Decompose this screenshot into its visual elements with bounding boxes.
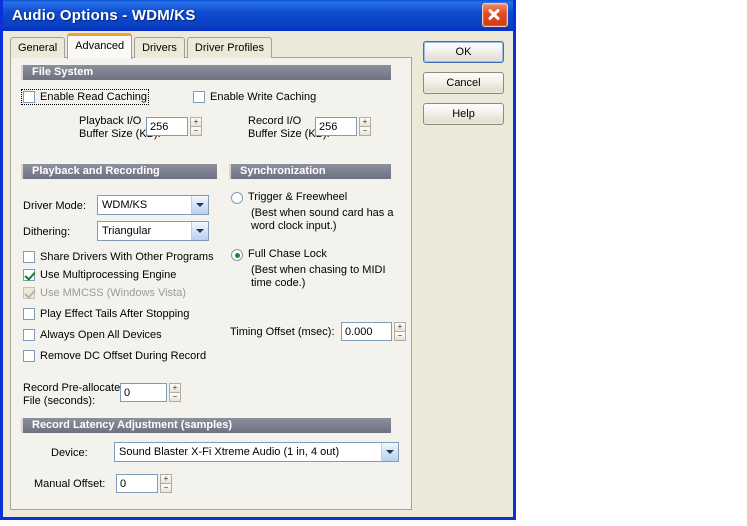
radio-full-chase-lock[interactable]: Full Chase Lock [231, 248, 327, 261]
playback-buffer-input[interactable] [146, 117, 188, 136]
radio-label: Trigger & Freewheel [248, 191, 348, 203]
checkbox-remove-dc-offset[interactable]: Remove DC Offset During Record [23, 350, 206, 362]
device-label: Device: [51, 447, 88, 459]
dithering-label: Dithering: [23, 226, 71, 238]
tab-drivers[interactable]: Drivers [134, 37, 185, 58]
checkbox-share-drivers[interactable]: Share Drivers With Other Programs [23, 251, 214, 263]
checkbox-always-open-all-devices[interactable]: Always Open All Devices [23, 329, 162, 341]
checkbox-box [23, 251, 35, 263]
chevron-down-icon[interactable] [191, 222, 208, 240]
dithering-combobox[interactable]: Triangular [97, 221, 209, 241]
checkbox-label: Play Effect Tails After Stopping [40, 308, 190, 320]
spinner-down[interactable]: − [190, 126, 202, 136]
spinner-down[interactable]: − [160, 483, 172, 493]
spinner-down[interactable]: − [394, 331, 406, 341]
manual-offset-label: Manual Offset: [34, 478, 106, 490]
checkbox-box [23, 269, 35, 281]
ok-button[interactable]: OK [423, 41, 504, 63]
group-header-playback-recording: Playback and Recording [21, 164, 217, 179]
spinner-up[interactable]: + [169, 383, 181, 392]
playback-buffer-spinner[interactable]: + − [190, 117, 202, 136]
checkbox-box [193, 91, 205, 103]
record-buffer-input[interactable] [315, 117, 357, 136]
full-chase-hint-line2: time code.) [251, 277, 306, 289]
checkbox-label: Enable Write Caching [210, 91, 317, 103]
group-header-record-latency: Record Latency Adjustment (samples) [21, 418, 391, 433]
tab-general[interactable]: General [10, 37, 66, 58]
checkbox-box [23, 329, 35, 341]
chevron-down-icon[interactable] [381, 443, 398, 461]
prealloc-label-line2: File (seconds): [23, 395, 96, 407]
timing-offset-label: Timing Offset (msec): [230, 326, 335, 338]
record-buffer-spinner[interactable]: + − [359, 117, 371, 136]
spinner-up[interactable]: + [359, 117, 371, 126]
checkbox-label: Use Multiprocessing Engine [40, 269, 177, 281]
advanced-tab-panel: File System Enable Read Caching Enable W… [10, 57, 412, 510]
help-button[interactable]: Help [423, 103, 504, 125]
driver-mode-combobox[interactable]: WDM/KS [97, 195, 209, 215]
tab-strip: General Advanced Drivers Driver Profiles [10, 33, 274, 59]
prealloc-label-line1: Record Pre-allocate [23, 382, 121, 394]
spinner-down[interactable]: − [359, 126, 371, 136]
record-buffer-label-line1: Record I/O [248, 115, 302, 127]
spinner-up[interactable]: + [160, 474, 172, 483]
screen: Audio Options - WDM/KS General Advanced … [0, 0, 747, 526]
full-chase-hint-line1: (Best when chasing to MIDI [251, 264, 386, 276]
trigger-hint-line2: word clock input.) [251, 220, 337, 232]
checkbox-label: Share Drivers With Other Programs [40, 251, 214, 263]
spinner-up[interactable]: + [190, 117, 202, 126]
trigger-hint-line1: (Best when sound card has a [251, 207, 394, 219]
checkbox-box [23, 91, 35, 103]
radio-circle [231, 192, 243, 204]
prealloc-spinner[interactable]: + − [169, 383, 181, 402]
checkbox-label: Remove DC Offset During Record [40, 350, 207, 362]
group-header-file-system: File System [21, 65, 391, 80]
timing-offset-spinner[interactable]: + − [394, 322, 406, 341]
checkbox-use-multiprocessing-engine[interactable]: Use Multiprocessing Engine [23, 269, 176, 281]
checkbox-label: Use MMCSS (Windows Vista) [40, 287, 186, 299]
checkbox-enable-read-caching[interactable]: Enable Read Caching [20, 89, 150, 105]
manual-offset-input[interactable] [116, 474, 158, 493]
radio-circle [231, 249, 243, 261]
audio-options-dialog: Audio Options - WDM/KS General Advanced … [0, 0, 516, 520]
driver-mode-label: Driver Mode: [23, 200, 86, 212]
device-combobox[interactable]: Sound Blaster X-Fi Xtreme Audio (1 in, 4… [114, 442, 399, 462]
tab-advanced[interactable]: Advanced [67, 33, 133, 59]
device-value: Sound Blaster X-Fi Xtreme Audio (1 in, 4… [119, 446, 340, 458]
title-bar[interactable]: Audio Options - WDM/KS [3, 0, 513, 31]
checkbox-box [23, 350, 35, 362]
radio-label: Full Chase Lock [248, 248, 327, 260]
checkbox-box [23, 287, 35, 299]
dithering-value: Triangular [102, 225, 152, 237]
group-header-synchronization: Synchronization [229, 164, 391, 179]
spinner-down[interactable]: − [169, 392, 181, 402]
checkbox-enable-write-caching[interactable]: Enable Write Caching [193, 91, 316, 103]
playback-buffer-label-line1: Playback I/O [79, 115, 142, 127]
timing-offset-input[interactable] [341, 322, 392, 341]
driver-mode-value: WDM/KS [102, 199, 148, 211]
checkbox-box [23, 308, 35, 320]
spinner-up[interactable]: + [394, 322, 406, 331]
manual-offset-spinner[interactable]: + − [160, 474, 172, 493]
radio-trigger-freewheel[interactable]: Trigger & Freewheel [231, 191, 347, 204]
close-icon[interactable] [482, 3, 508, 27]
window-title: Audio Options - WDM/KS [12, 6, 196, 24]
cancel-button[interactable]: Cancel [423, 72, 504, 94]
checkbox-label: Enable Read Caching [40, 91, 148, 103]
tab-driver-profiles[interactable]: Driver Profiles [186, 37, 272, 58]
checkbox-use-mmcss: Use MMCSS (Windows Vista) [23, 287, 186, 299]
checkbox-play-effect-tails[interactable]: Play Effect Tails After Stopping [23, 308, 189, 320]
chevron-down-icon[interactable] [191, 196, 208, 214]
checkbox-label: Always Open All Devices [40, 329, 162, 341]
prealloc-input[interactable] [120, 383, 167, 402]
